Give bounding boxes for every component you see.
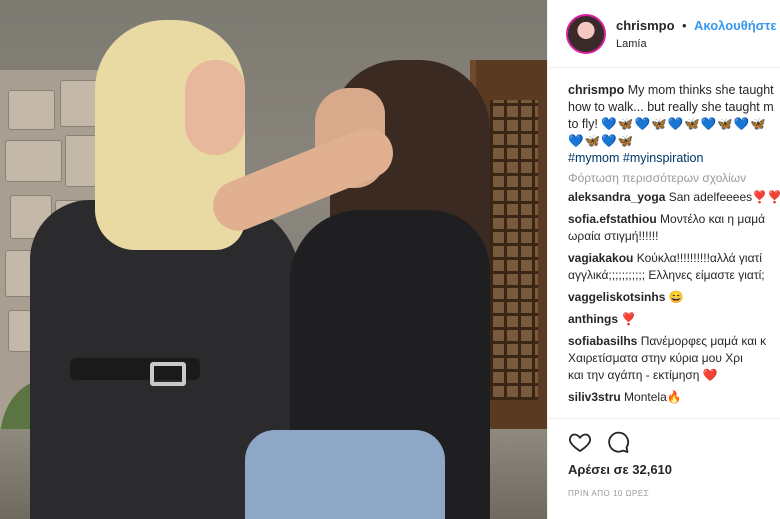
comment-item: vaggeliskotsinhs 😄 xyxy=(568,289,780,306)
comment-username[interactable]: vaggeliskotsinhs xyxy=(568,290,665,304)
comment-text: San adelfeeees❣️❣️ xyxy=(668,190,780,204)
caption-emoji-row-1: 💙🦋💙🦋💙🦋💙🦋💙🦋 xyxy=(601,117,767,131)
header-username[interactable]: chrismpo xyxy=(616,18,675,33)
post-photo[interactable] xyxy=(0,0,547,519)
instagram-post: chrismpo • Ακολουθήστε Lamía chrismpo My… xyxy=(0,0,780,519)
heart-icon[interactable] xyxy=(568,430,592,454)
comment-username[interactable]: sofiabasilhs xyxy=(568,334,637,348)
comment-list: aleksandra_yoga San adelfeeees❣️❣️ sofia… xyxy=(548,185,780,406)
post-timestamp: ΠΡΙΝ ΑΠΟ 10 ΩΡΕΣ xyxy=(568,489,650,498)
comment-item: siliv3stru Montela🔥 xyxy=(568,389,780,406)
post-location[interactable]: Lamía xyxy=(616,38,777,50)
caption-text-3: to fly! xyxy=(568,117,598,131)
comment-text-continued: αγγλικά;;;;;;;;;;; Ελληνες είμαστε γιατί… xyxy=(568,268,765,282)
caption-emoji-row-2: 💙🦋💙🦋 xyxy=(568,134,635,148)
comment-text-continued: Χαιρετίσματα στην κύρια μου Χρι xyxy=(568,351,743,365)
comment-text: Μοντέλο και η μαμά xyxy=(660,212,766,226)
comment-username[interactable]: vagiakakou xyxy=(568,251,633,265)
comment-text: Montela🔥 xyxy=(624,390,682,404)
caption-text-1: My mom thinks she taught xyxy=(627,83,774,97)
caption-text-2: how to walk... but really she taught m xyxy=(568,100,774,114)
comment-item: aleksandra_yoga San adelfeeees❣️❣️ xyxy=(568,189,780,206)
comment-text: ❣️ xyxy=(621,312,637,326)
comment-text: 😄 xyxy=(668,290,684,304)
comment-text: Κούκλα!!!!!!!!!!αλλά γιατί xyxy=(636,251,762,265)
comment-item: vagiakakou Κούκλα!!!!!!!!!!αλλά γιατί αγ… xyxy=(568,250,780,284)
caption-hashtags[interactable]: #mymom #myinspiration xyxy=(568,151,703,165)
comment-text: Πανέμορφες μαμά και κ xyxy=(640,334,767,348)
comment-text-continued: και την αγάπη - εκτίμηση ❤️ xyxy=(568,368,718,382)
like-count[interactable]: Αρέσει σε 32,610 xyxy=(568,462,672,477)
follow-button[interactable]: Ακολουθήστε xyxy=(694,18,777,33)
post-actions xyxy=(568,430,630,454)
comment-item: sofia.efstathiou Μοντέλο και η μαμά ωραί… xyxy=(568,211,780,245)
actions-divider xyxy=(548,418,780,419)
comment-text-continued: ωραία στιγμή!!!!!! xyxy=(568,229,659,243)
comment-username[interactable]: sofia.efstathiou xyxy=(568,212,657,226)
comment-item: anthings ❣️ xyxy=(568,311,780,328)
comment-username[interactable]: siliv3stru xyxy=(568,390,621,404)
profile-avatar[interactable] xyxy=(566,13,606,54)
post-caption: chrismpo My mom thinks she taught how to… xyxy=(548,68,780,167)
post-sidebar: chrismpo • Ακολουθήστε Lamía chrismpo My… xyxy=(547,0,780,519)
comment-item: sofiabasilhs Πανέμορφες μαμά και κ Χαιρε… xyxy=(568,333,780,384)
comment-username[interactable]: aleksandra_yoga xyxy=(568,190,665,204)
load-more-comments-link[interactable]: Φόρτωση περισσότερων σχολίων xyxy=(548,167,780,185)
header-separator: • xyxy=(681,18,687,33)
comment-username[interactable]: anthings xyxy=(568,312,618,326)
comment-icon[interactable] xyxy=(606,430,630,454)
post-header: chrismpo • Ακολουθήστε Lamía xyxy=(548,0,780,68)
caption-username[interactable]: chrismpo xyxy=(568,83,624,97)
